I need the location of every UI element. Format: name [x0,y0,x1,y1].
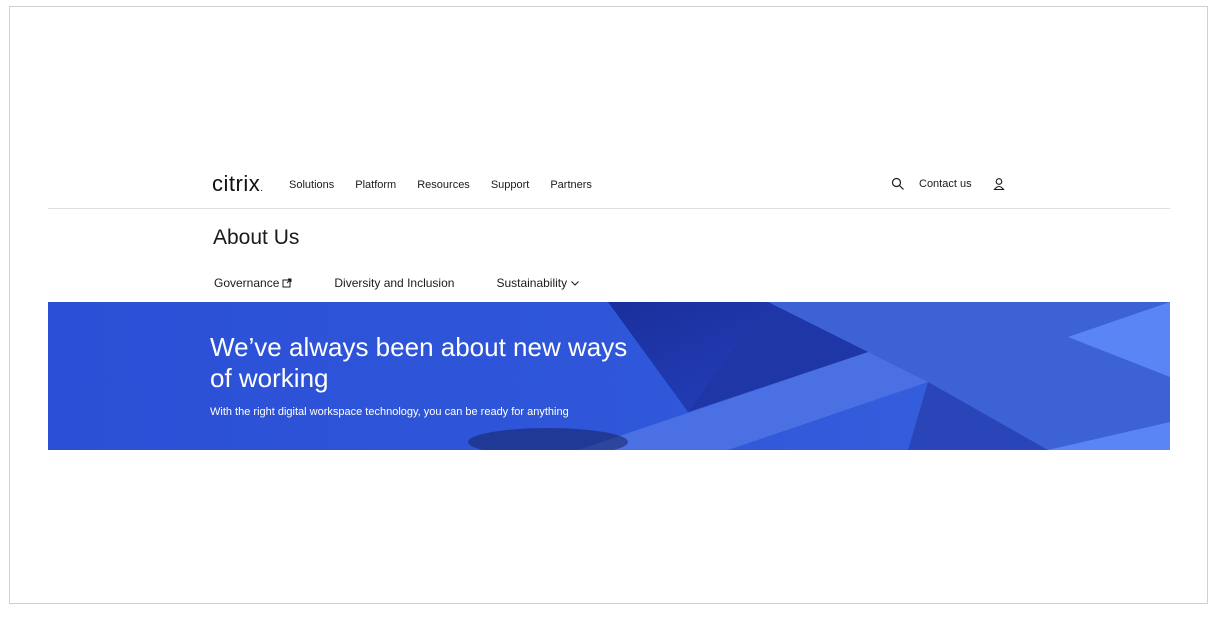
nav-item-solutions[interactable]: Solutions [289,179,334,191]
logo-text: citrix [212,171,261,196]
subnav-governance-label: Governance [214,276,280,290]
header-utilities: Contact us [891,177,1006,191]
about-subnav: Governance Diversity and Inclusion Susta… [214,276,580,290]
hero-banner: We’ve always been about new ways of work… [48,302,1170,450]
hero-title: We’ve always been about new ways of work… [210,332,628,393]
subnav-diversity-label: Diversity and Inclusion [334,276,455,290]
nav-item-support[interactable]: Support [491,179,530,191]
user-icon[interactable] [992,177,1006,191]
search-icon[interactable] [891,177,905,191]
subnav-sustainability-label: Sustainability [496,276,568,290]
nav-item-platform[interactable]: Platform [355,179,396,191]
hero-subtitle: With the right digital workspace technol… [210,406,569,418]
external-link-icon [282,278,292,288]
page-title: About Us [213,226,300,249]
chevron-down-icon [571,281,580,286]
subnav-governance[interactable]: Governance [214,276,292,290]
nav-item-partners[interactable]: Partners [550,179,592,191]
subnav-diversity[interactable]: Diversity and Inclusion [334,276,454,290]
contact-us-link[interactable]: Contact us [919,178,972,190]
nav-item-resources[interactable]: Resources [417,179,470,191]
citrix-logo[interactable]: citrix. [212,171,264,197]
subnav-sustainability[interactable]: Sustainability [496,276,580,290]
main-nav: Solutions Platform Resources Support Par… [289,179,613,191]
site-header: citrix. Solutions Platform Resources Sup… [48,168,1170,209]
